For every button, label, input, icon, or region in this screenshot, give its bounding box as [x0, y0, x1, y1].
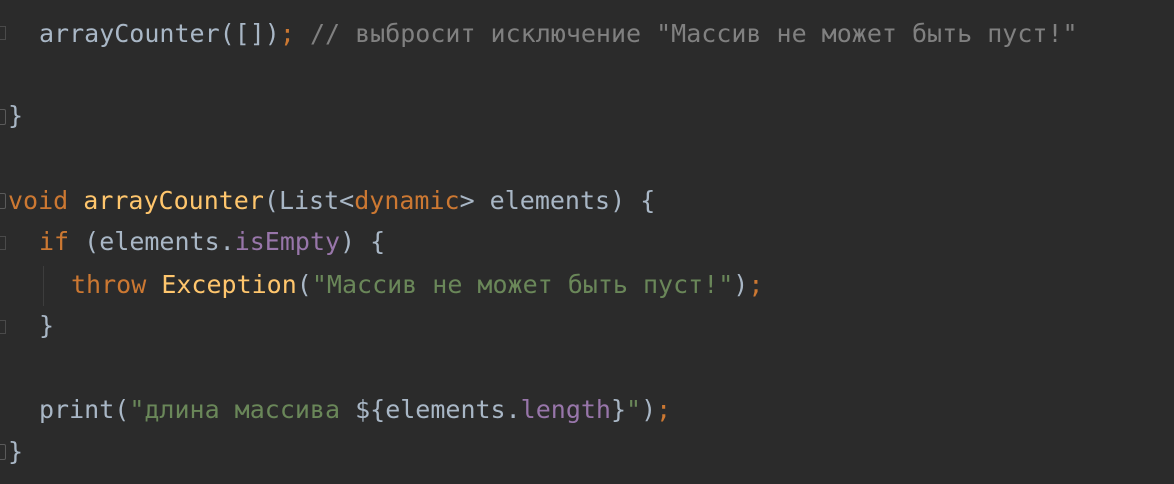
code-line-1: arrayCounter([]); // выбросит исключение…	[8, 16, 1078, 52]
string-start: "длина массива	[129, 395, 356, 424]
print-call: print(	[39, 395, 130, 424]
interpolation-open: ${elements.	[355, 395, 521, 424]
closing-brace: }	[39, 311, 55, 340]
call-expression: arrayCounter([])	[39, 19, 280, 48]
code-line-2: }	[8, 98, 23, 134]
keyword-void: void	[8, 186, 69, 215]
fold-end-icon[interactable]	[0, 109, 6, 125]
interpolation-close: }	[610, 395, 627, 424]
param-open: (List<	[263, 186, 355, 215]
class-exception: Exception	[161, 270, 297, 299]
condition-close: ) {	[340, 227, 386, 256]
paren-open: (	[296, 270, 312, 299]
condition-open: (elements.	[69, 227, 235, 256]
param-rest: > elements) {	[459, 186, 656, 215]
fold-marker	[0, 236, 6, 250]
line-comment: // выбросит исключение "Массив не может …	[294, 19, 1078, 48]
fold-end-icon[interactable]	[0, 444, 6, 460]
function-name: arrayCounter	[83, 186, 264, 215]
property-isempty: isEmpty	[234, 227, 341, 256]
fold-marker	[0, 320, 6, 334]
code-editor[interactable]: arrayCounter([]); // выбросит исключение…	[0, 0, 1174, 484]
keyword-throw: throw	[71, 270, 147, 299]
code-line-8: }	[8, 434, 23, 470]
code-line-7: print("длина массива ${elements.length}"…	[8, 392, 671, 428]
string-literal: "Массив не может быть пуст!"	[311, 270, 734, 299]
semicolon: ;	[748, 270, 764, 299]
code-line-6: }	[8, 308, 54, 344]
closing-brace: }	[8, 101, 24, 130]
property-length: length	[520, 395, 611, 424]
keyword-if: if	[39, 227, 70, 256]
code-line-5: throw Exception("Массив не может быть пу…	[8, 267, 763, 303]
fold-start-icon[interactable]	[0, 193, 6, 209]
semicolon: ;	[279, 19, 295, 48]
code-line-4: if (elements.isEmpty) {	[8, 224, 385, 260]
semicolon: ;	[656, 395, 672, 424]
paren-close: )	[733, 270, 749, 299]
closing-brace: }	[8, 437, 24, 466]
type-dynamic: dynamic	[354, 186, 460, 215]
paren-close: )	[641, 395, 657, 424]
string-end: "	[626, 395, 642, 424]
code-line-3: void arrayCounter(List<dynamic> elements…	[8, 183, 655, 219]
fold-marker	[0, 26, 6, 40]
